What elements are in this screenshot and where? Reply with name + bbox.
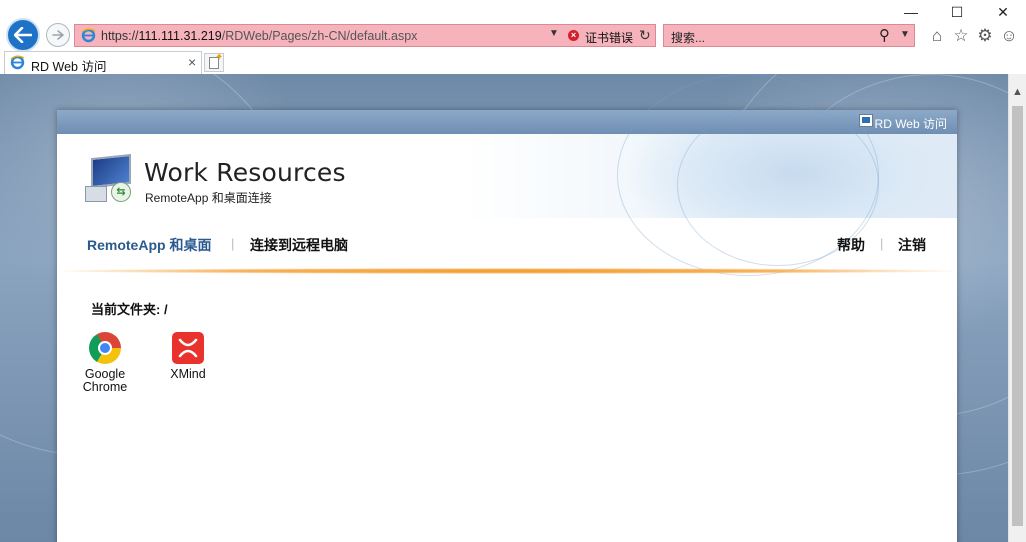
address-bar[interactable]: https://111.111.31.219/RDWeb/Pages/zh-CN… [74, 24, 656, 47]
arrow-right-icon [52, 30, 64, 40]
app-google-chrome[interactable]: Google Chrome [75, 332, 135, 394]
ie-icon [81, 28, 96, 43]
search-icon[interactable]: ⚲ [879, 26, 890, 44]
rdweb-panel: RD Web 访问 ⇆ Work Resources RemoteApp 和桌面… [57, 74, 957, 542]
browser-chrome: — ☐ ✕ https://111.111.31.219/RDWeb/Pages… [0, 0, 1026, 74]
tab-close-icon[interactable]: × [188, 54, 196, 70]
page-title: Work Resources [144, 158, 346, 187]
browser-tab[interactable]: RD Web 访问 × [4, 51, 202, 74]
app-label: Google Chrome [82, 367, 128, 394]
nav-separator: | [231, 236, 235, 251]
gear-icon[interactable]: ⚙ [975, 26, 995, 46]
nav-bar: RemoteApp 和桌面 | 连接到远程电脑 帮助 | 注销 [57, 218, 957, 270]
home-icon[interactable]: ⌂ [927, 26, 947, 46]
minimize-button[interactable]: — [888, 2, 934, 22]
arrow-left-icon [14, 27, 32, 43]
cert-error-label[interactable]: 证书错误 [585, 29, 633, 46]
remote-desktop-icon: ⇆ [85, 153, 135, 202]
tab-title: RD Web 访问 [31, 60, 107, 74]
app-label: XMind [170, 367, 206, 381]
url-path: /RDWeb/Pages/zh-CN/default.aspx [221, 29, 418, 43]
address-dropdown-icon[interactable]: ▼ [549, 28, 559, 39]
chrome-icon [89, 332, 121, 364]
url-host: 111.111.31.219 [138, 29, 222, 43]
accent-divider [62, 268, 952, 274]
nav-help[interactable]: 帮助 [837, 235, 865, 255]
nav-logout[interactable]: 注销 [898, 235, 926, 255]
nav-remoteapp-desktops[interactable]: RemoteApp 和桌面 [87, 235, 211, 255]
search-placeholder: 搜索... [671, 31, 706, 45]
header-banner: ⇆ Work Resources RemoteApp 和桌面连接 [57, 74, 957, 276]
url-text: https://111.111.31.219/RDWeb/Pages/zh-CN… [101, 29, 417, 43]
back-button[interactable] [6, 18, 40, 52]
nav-separator: | [880, 236, 884, 251]
search-dropdown-icon[interactable]: ▼ [900, 29, 910, 40]
favorites-star-icon[interactable]: ☆ [951, 26, 971, 46]
vertical-scrollbar[interactable]: ▲ [1008, 74, 1026, 542]
search-box[interactable]: 搜索... ⚲ ▼ [663, 24, 915, 47]
forward-button[interactable] [46, 23, 70, 47]
new-tab-star-icon: ✦ [215, 52, 224, 63]
app-xmind[interactable]: XMind [158, 332, 218, 381]
nav-connect-remote-pc[interactable]: 连接到远程电脑 [250, 235, 348, 255]
refresh-icon[interactable]: ↻ [639, 27, 651, 44]
close-window-button[interactable]: ✕ [980, 2, 1026, 22]
scrollbar-thumb[interactable] [1012, 106, 1023, 526]
scroll-up-icon[interactable]: ▲ [1012, 86, 1023, 98]
page-subtitle: RemoteApp 和桌面连接 [145, 191, 272, 205]
page-viewport: RD Web 访问 ⇆ Work Resources RemoteApp 和桌面… [0, 74, 1008, 542]
url-scheme: https:// [101, 29, 139, 43]
current-folder-label: 当前文件夹: / [91, 302, 168, 317]
smiley-icon[interactable]: ☺ [999, 26, 1019, 46]
ie-icon [10, 55, 25, 70]
new-tab-button[interactable]: ✦ [204, 52, 224, 72]
cert-error-icon[interactable]: × [568, 30, 579, 41]
xmind-icon [172, 332, 204, 364]
maximize-button[interactable]: ☐ [934, 2, 980, 22]
rdweb-access-link[interactable]: RD Web 访问 [875, 115, 947, 132]
